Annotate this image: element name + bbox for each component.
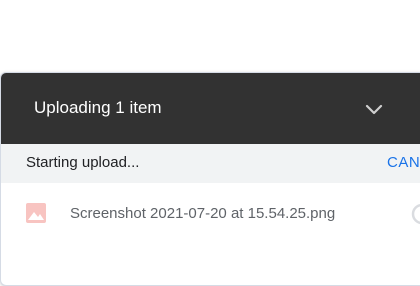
image-file-icon bbox=[26, 203, 46, 223]
collapse-button[interactable] bbox=[359, 94, 389, 124]
progress-ring-icon bbox=[411, 203, 420, 225]
upload-panel-header: Uploading 1 item bbox=[1, 73, 420, 144]
upload-status-row: Starting upload... CANCEL bbox=[1, 144, 420, 183]
upload-file-item[interactable]: Screenshot 2021-07-20 at 15.54.25.png bbox=[1, 183, 420, 243]
upload-panel: Uploading 1 item Starting upload... CANC… bbox=[0, 72, 420, 286]
upload-file-name: Screenshot 2021-07-20 at 15.54.25.png bbox=[70, 205, 336, 222]
chevron-down-icon bbox=[365, 104, 383, 115]
upload-panel-title: Uploading 1 item bbox=[34, 98, 162, 117]
cancel-button[interactable]: CANCEL bbox=[387, 154, 420, 171]
upload-status-text: Starting upload... bbox=[26, 154, 140, 171]
